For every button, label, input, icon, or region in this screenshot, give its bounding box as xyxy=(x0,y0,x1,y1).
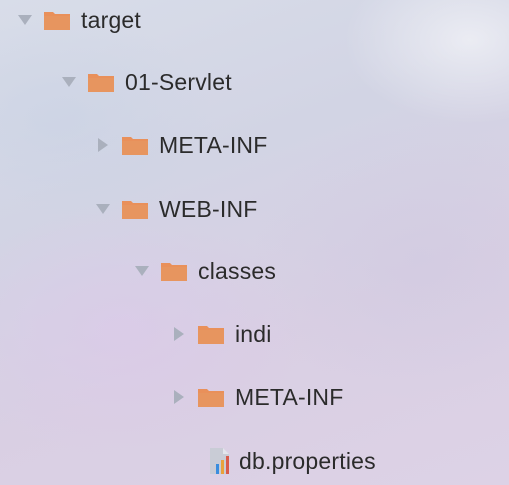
tree-item-meta-inf-classes[interactable]: META-INF xyxy=(0,377,344,417)
folder-icon xyxy=(197,386,225,408)
project-tree: target 01-Servlet META-INF WEB-INF class… xyxy=(0,0,509,485)
tree-item-web-inf[interactable]: WEB-INF xyxy=(0,189,258,229)
tree-item-label: indi xyxy=(235,320,272,347)
tree-item-label: db.properties xyxy=(239,447,376,474)
tree-item-01-servlet[interactable]: 01-Servlet xyxy=(0,62,232,102)
tree-item-label: classes xyxy=(198,257,277,284)
tree-item-label: WEB-INF xyxy=(159,195,258,222)
folder-icon xyxy=(197,323,225,345)
folder-icon xyxy=(121,198,149,220)
chevron-down-icon[interactable] xyxy=(17,12,33,28)
tree-item-label: META-INF xyxy=(159,131,268,158)
folder-icon xyxy=(160,260,188,282)
chevron-right-icon[interactable] xyxy=(171,389,187,405)
chevron-right-icon[interactable] xyxy=(95,137,111,153)
tree-item-classes[interactable]: classes xyxy=(0,251,276,291)
properties-file-icon xyxy=(207,446,235,476)
chevron-down-icon[interactable] xyxy=(95,201,111,217)
folder-icon xyxy=(43,9,71,31)
chevron-right-icon[interactable] xyxy=(171,326,187,342)
folder-icon xyxy=(87,71,115,93)
chevron-down-icon[interactable] xyxy=(61,74,77,90)
tree-item-db-properties[interactable]: db.properties xyxy=(0,441,376,481)
tree-item-label: target xyxy=(81,6,142,33)
folder-icon xyxy=(121,134,149,156)
tree-item-label: META-INF xyxy=(235,383,344,410)
tree-item-indi[interactable]: indi xyxy=(0,314,272,354)
tree-item-meta-inf[interactable]: META-INF xyxy=(0,125,268,165)
tree-item-label: 01-Servlet xyxy=(125,68,232,95)
chevron-down-icon[interactable] xyxy=(134,263,150,279)
tree-item-target[interactable]: target xyxy=(0,0,141,40)
